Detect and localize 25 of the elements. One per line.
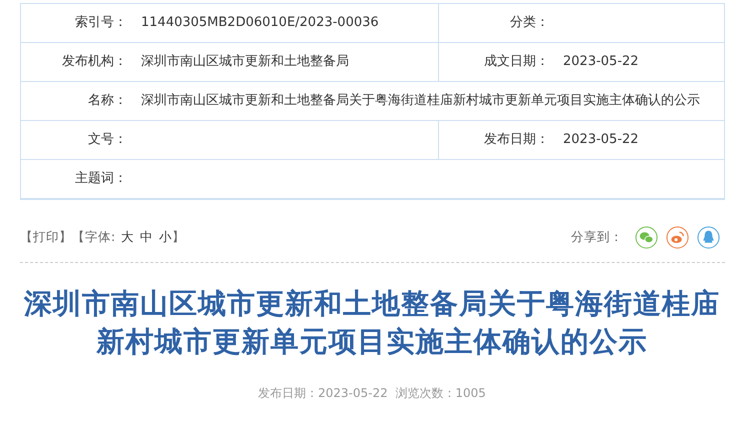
field-value: 深圳市南山区城市更新和土地整备局关于粤海街道桂庙新村城市更新单元项目实施主体确认的公示: [141, 92, 701, 110]
field-label: 发布日期：: [483, 131, 550, 149]
print-link[interactable]: 【打印】: [20, 229, 72, 246]
field-value: 11440305MB2D06010E/2023-00036: [141, 14, 380, 32]
penguin-icon[interactable]: [697, 226, 720, 249]
field-label: 成文日期：: [483, 53, 550, 71]
field-label: 分类：: [509, 14, 550, 32]
article-meta: 发布日期：2023-05-22 浏览次数：1005: [257, 385, 487, 402]
weibo-icon[interactable]: [666, 226, 689, 249]
field-label: 名称：: [87, 92, 128, 110]
bracket-text: 】: [172, 229, 186, 246]
field-label: 主题词：: [74, 170, 128, 188]
field-value: 深圳市南山区城市更新和土地整备局: [141, 53, 350, 71]
font-size-link[interactable]: 中: [140, 229, 154, 246]
field-value: 2023-05-22: [563, 53, 640, 71]
article-title: 深圳市南山区城市更新和土地整备局关于粤海街道桂庙新村城市更新单元项目实施主体确认的公示: [22, 286, 721, 360]
share-label: 分享到：: [571, 229, 623, 246]
font-size-link[interactable]: 大: [121, 229, 134, 246]
field-label: 索引号：: [74, 14, 128, 32]
field-value: 2023-05-22: [563, 131, 640, 149]
chat-bubbles-icon[interactable]: [635, 226, 658, 249]
font-size-label: 【字体:: [72, 229, 116, 246]
field-label: 发布机构：: [61, 53, 128, 71]
font-size-link[interactable]: 小: [159, 229, 172, 246]
field-label: 文号：: [87, 131, 128, 149]
